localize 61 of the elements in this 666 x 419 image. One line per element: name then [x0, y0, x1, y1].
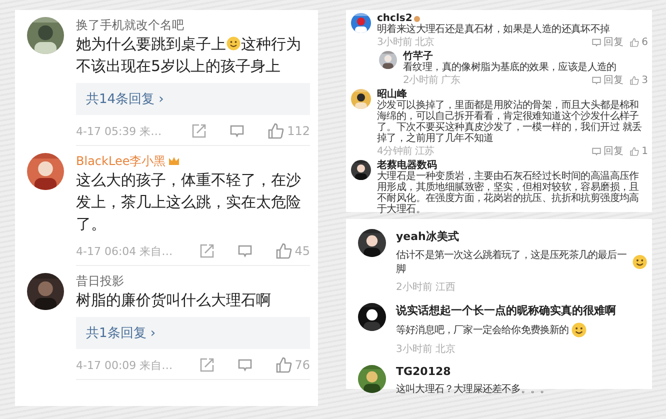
comment-text: 等好消息吧，厂家一定会给你免费换新的 [396, 324, 569, 337]
comment-text: 这种行为 [241, 35, 301, 53]
reply-button[interactable]: 回复 [592, 144, 624, 158]
like-icon [268, 123, 284, 139]
comment-icon [592, 38, 601, 46]
comment-time: 4-17 06:04 来自… [76, 244, 174, 258]
replies-link[interactable]: 共14条回复 › [76, 83, 310, 115]
comment-meta: 4分钟前 江苏 [377, 146, 436, 156]
comment-icon [592, 76, 601, 84]
comment-text: 她为什么要跳到桌子上 [76, 35, 226, 53]
comment-text: 这叫大理石？大理屎还差不多。。。 [396, 382, 550, 396]
like-icon [276, 357, 292, 373]
comment-text: 看纹理，真的像树脂为基底的效果，应该是人造的 [403, 62, 618, 73]
comment-meta: 2小时前 江西 [396, 280, 457, 294]
like-button[interactable]: 6 [630, 36, 648, 48]
comment-icon [238, 244, 252, 258]
replies-link[interactable]: 共1条回复 › [76, 317, 310, 349]
user-name[interactable]: 昭山峰 [377, 89, 407, 100]
crown-icon [168, 155, 180, 167]
comment-button[interactable] [238, 358, 252, 372]
comment-icon [238, 358, 252, 372]
share-icon [192, 124, 206, 138]
comment-time: 4-17 00:09 来自… [76, 358, 174, 372]
user-name[interactable]: 昔日投影 [76, 273, 124, 289]
share-icon [200, 244, 214, 258]
comment-text: 这么大的孩子，体重不轻了，在沙发上，茶几上这么跳，实在太危险了。 [76, 171, 301, 233]
like-button[interactable]: 1 [630, 146, 648, 156]
comment-text: 估计不是第一次这么跳着玩了，这是压死茶几的最后一脚 [396, 248, 628, 276]
user-name[interactable]: 换了手机就改个名吧 [76, 17, 184, 33]
share-icon [200, 358, 214, 372]
comment-text: 树脂的廉价货叫什么大理石啊 [76, 291, 271, 309]
comment-icon [230, 124, 244, 138]
user-name[interactable]: 竹芊子 [403, 51, 433, 62]
share-button[interactable] [200, 244, 214, 258]
like-button[interactable]: 3 [630, 74, 648, 86]
comment-text: 沙发可以换掉了，里面都是用胶沾的骨架，而且大头都是棉和海绵的，可以自己拆开看看，肯定很难知道这个沙发什么样子了。下次不要买这种真皮沙发了，一模一样的，我们开过 就丢掉了，之前用了几年不知道 [377, 100, 643, 144]
comment-button[interactable] [238, 244, 252, 258]
reply-button[interactable]: 回复 [592, 73, 624, 87]
like-icon [630, 38, 639, 46]
comment-icon [592, 146, 601, 156]
comment-button[interactable] [230, 124, 244, 138]
user-name[interactable]: BlackLee李小黑 [76, 153, 166, 169]
user-name[interactable]: yeah冰美式 [396, 229, 648, 244]
share-button[interactable] [200, 358, 214, 372]
comment-meta: 3小时前 北京 [396, 342, 457, 356]
like-icon [276, 243, 292, 259]
comment-text: 明着来这大理石还是真石材，如果是人造的还真坏不掉 [377, 24, 611, 35]
share-button[interactable] [192, 124, 206, 138]
comment-time: 4-17 05:39 来… [76, 124, 163, 138]
user-name[interactable]: 老蔡电器数码 [377, 160, 437, 171]
user-name[interactable]: chcls2 [377, 13, 412, 24]
user-name[interactable]: TG20128 [396, 365, 648, 378]
emoji-icon [226, 36, 241, 51]
like-icon [630, 76, 639, 84]
reply-button[interactable]: 回复 [592, 35, 624, 49]
user-name[interactable]: 说实话想起一个长一点的昵称确实真的很难啊 [396, 303, 648, 318]
comment-text: 不该出现在5岁以上的孩子身上 [76, 57, 281, 75]
comment-text: 大理石是一种变质岩，主要由石灰石经过长时间的高温高压作用形成，其质地细腻致密，坚实，但相对较软，容易磨损，且不耐风化。在强度方面，花岗岩的抗压、抗折和抗剪强度均高于大理石。 [377, 171, 640, 215]
like-icon [630, 146, 639, 156]
comment-meta: 2小时前 广东 [403, 74, 462, 86]
comment-meta: 3小时前 北京 [377, 36, 436, 48]
